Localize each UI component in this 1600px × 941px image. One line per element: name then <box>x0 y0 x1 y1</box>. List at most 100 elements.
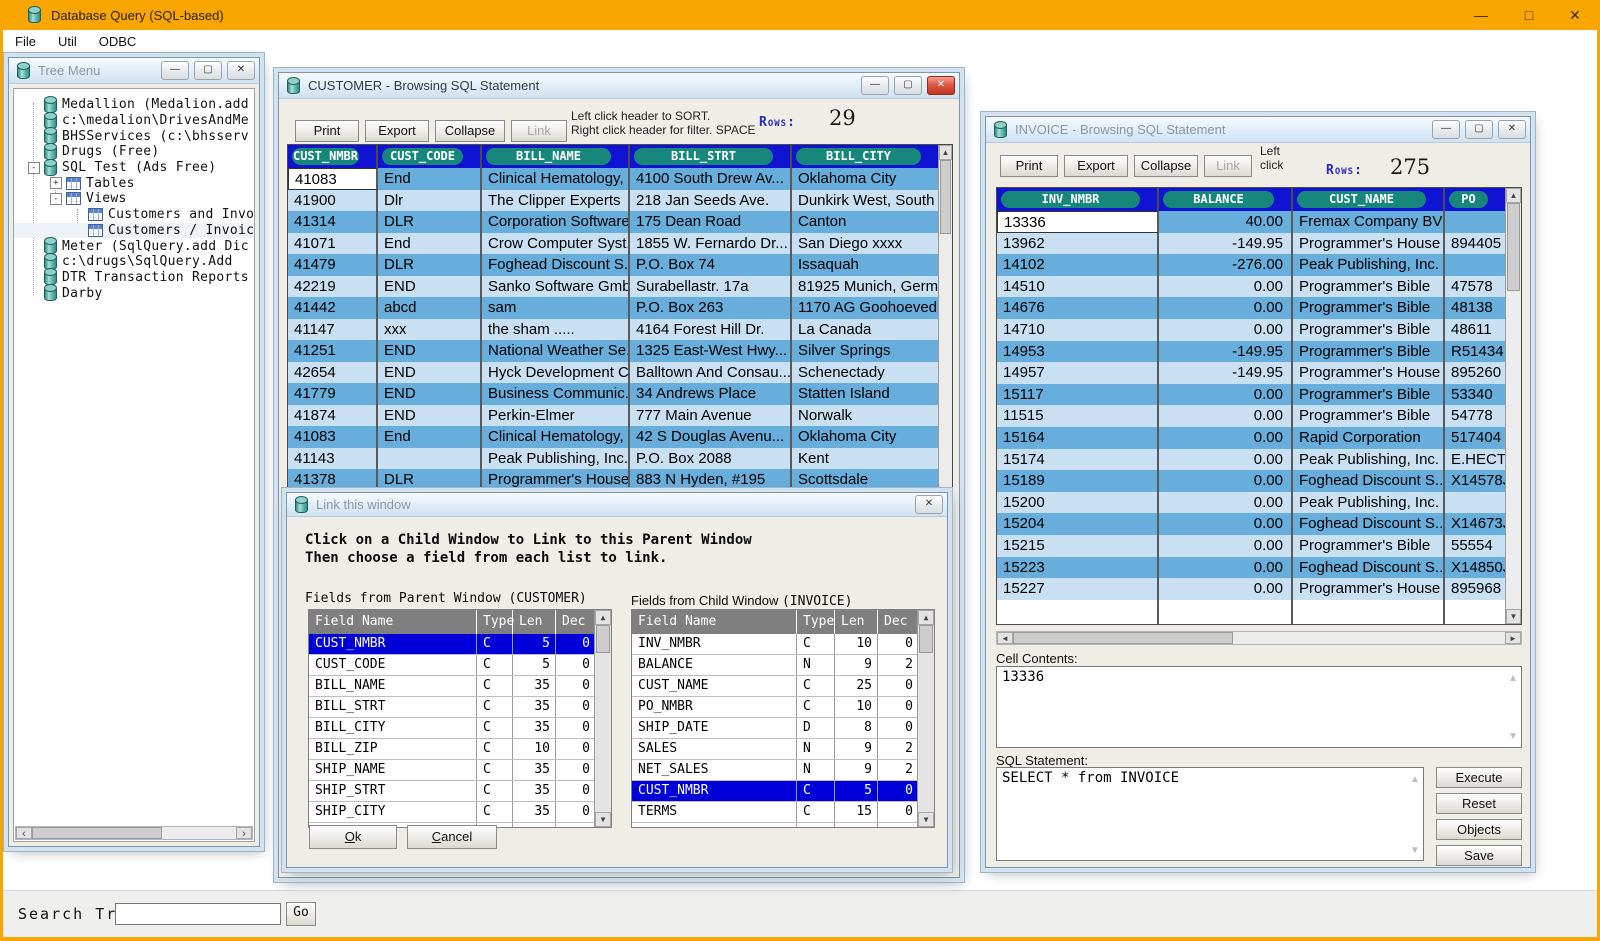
grid-cell[interactable] <box>997 600 1159 625</box>
grid-cell[interactable]: -276.00 <box>1159 254 1293 276</box>
field-row[interactable]: BALANCEN92 <box>632 655 934 676</box>
dialog-close-icon[interactable]: ✕ <box>915 495 943 514</box>
tree-item[interactable]: Drugs (Free) <box>14 144 254 160</box>
grid-cell[interactable]: Programmer's House <box>1293 578 1445 600</box>
link-button[interactable]: Link <box>511 120 567 142</box>
field-column-header[interactable]: Dec <box>556 610 596 634</box>
grid-cell[interactable]: 14510 <box>997 276 1159 298</box>
grid-cell[interactable]: 55554 <box>1445 535 1507 557</box>
field-row[interactable]: INV_NMBRC100 <box>632 634 934 655</box>
export-button[interactable]: Export <box>365 120 429 142</box>
execute-button[interactable]: Execute <box>1436 767 1522 788</box>
search-tree-input[interactable] <box>115 903 281 925</box>
sql-statement-textarea[interactable]: SELECT * from INVOICE <box>996 767 1424 861</box>
grid-cell[interactable]: Oklahoma City <box>792 426 940 448</box>
grid-cell[interactable]: 883 N Hyden, #195 <box>630 469 792 491</box>
grid-cell[interactable]: Perkin-Elmer <box>482 405 630 427</box>
grid-cell[interactable]: 0.00 <box>1159 427 1293 449</box>
menu-util[interactable]: Util <box>58 34 77 49</box>
grid-cell[interactable]: 41874 <box>288 405 378 427</box>
grid-cell[interactable]: 777 Main Avenue <box>630 405 792 427</box>
grid-cell[interactable]: 14102 <box>997 254 1159 276</box>
tree-item[interactable]: BHSServices (c:\bhsserv <box>14 128 254 144</box>
field-row[interactable]: SALESN92 <box>632 739 934 760</box>
grid-cell[interactable]: 0.00 <box>1159 557 1293 579</box>
cell-contents-textarea[interactable]: 13336 <box>996 666 1522 748</box>
field-row[interactable]: BILL_ZIPC100 <box>309 739 611 760</box>
tree-item[interactable]: Customers and Invo <box>14 207 254 223</box>
grid-cell[interactable]: 0.00 <box>1159 319 1293 341</box>
grid-cell[interactable]: 41147 <box>288 319 378 341</box>
link-button[interactable]: Link <box>1204 155 1252 177</box>
field-column-header[interactable]: Type <box>797 610 835 634</box>
grid-cell[interactable] <box>1445 492 1507 514</box>
grid-cell[interactable]: the sham ..... <box>482 319 630 341</box>
expand-icon[interactable]: + <box>50 177 62 189</box>
grid-cell[interactable]: Peak Publishing, Inc. <box>482 448 630 470</box>
scrollbar-thumb[interactable] <box>1507 203 1520 291</box>
grid-cell[interactable] <box>1293 600 1445 625</box>
grid-cell[interactable]: 81925 Munich, Germ <box>792 276 940 298</box>
objects-button[interactable]: Objects <box>1436 819 1522 840</box>
scroll-down-icon[interactable]: ▼ <box>1508 731 1518 742</box>
grid-cell[interactable]: 15189 <box>997 470 1159 492</box>
grid-cell[interactable]: Programmer's House <box>482 469 630 491</box>
tree-item[interactable]: -Views <box>14 191 254 207</box>
grid-cell[interactable]: 41442 <box>288 297 378 319</box>
print-button[interactable]: Print <box>1000 155 1058 177</box>
grid-cell[interactable]: 1170 AG Goohoeved. <box>792 297 940 319</box>
grid-cell[interactable]: R51434 <box>1445 341 1507 363</box>
field-row[interactable]: CUST_CODEC50 <box>309 655 611 676</box>
scroll-left-icon[interactable]: ◄ <box>997 632 1013 644</box>
grid-cell[interactable]: Foghead Discount S... <box>1293 470 1445 492</box>
grid-cell[interactable]: END <box>378 362 482 384</box>
column-header[interactable]: CUST_CODE <box>378 145 482 168</box>
grid-cell[interactable]: 53340 <box>1445 384 1507 406</box>
tree-item[interactable]: Customers / Invoic <box>14 223 254 239</box>
field-row[interactable]: BILL_STRTC350 <box>309 697 611 718</box>
scroll-up-icon[interactable]: ▲ <box>1410 774 1420 785</box>
grid-cell[interactable]: Programmer's Bible <box>1293 535 1445 557</box>
grid-cell[interactable]: Schenectady <box>792 362 940 384</box>
grid-cell[interactable] <box>1445 211 1507 233</box>
grid-cell[interactable]: Programmer's Bible <box>1293 384 1445 406</box>
grid-cell[interactable]: -149.95 <box>1159 341 1293 363</box>
grid-cell[interactable] <box>378 448 482 470</box>
scroll-down-icon[interactable]: ▼ <box>1506 609 1521 624</box>
grid-cell[interactable]: 40.00 <box>1159 211 1293 233</box>
grid-cell[interactable]: Kent <box>792 448 940 470</box>
invoice-close-icon[interactable]: ✕ <box>1498 120 1526 139</box>
grid-cell[interactable]: 48611 <box>1445 319 1507 341</box>
grid-cell[interactable]: DLR <box>378 254 482 276</box>
tree-item[interactable]: DTR Transaction Reports <box>14 270 254 286</box>
tree-maximize-icon[interactable]: ▢ <box>194 61 222 80</box>
grid-cell[interactable]: Balltown And Consau... <box>630 362 792 384</box>
grid-cell[interactable]: 41779 <box>288 383 378 405</box>
column-header[interactable]: PO <box>1445 188 1507 211</box>
grid-cell[interactable]: Programmer's Bible <box>1293 319 1445 341</box>
column-header[interactable]: CUST_NAME <box>1293 188 1445 211</box>
grid-cell[interactable]: Silver Springs <box>792 340 940 362</box>
scroll-up-icon[interactable]: ▲ <box>1508 673 1518 684</box>
scroll-up-icon[interactable]: ▲ <box>1506 188 1521 203</box>
grid-cell[interactable]: 34 Andrews Place <box>630 383 792 405</box>
ok-button[interactable]: Ok <box>309 825 397 849</box>
grid-cell[interactable]: Rapid Corporation <box>1293 427 1445 449</box>
grid-cell[interactable]: X14578JA <box>1445 470 1507 492</box>
grid-cell[interactable]: 1325 East-West Hwy... <box>630 340 792 362</box>
field-row[interactable]: TERMSC150 <box>632 802 934 823</box>
go-button[interactable]: Go <box>286 902 316 926</box>
grid-cell[interactable]: 13336 <box>997 211 1159 233</box>
grid-cell[interactable]: 0.00 <box>1159 578 1293 600</box>
scroll-right-icon[interactable]: › <box>236 827 252 839</box>
grid-cell[interactable]: Programmer's House <box>1293 233 1445 255</box>
grid-cell[interactable]: X14850JA <box>1445 557 1507 579</box>
maximize-icon[interactable]: □ <box>1514 4 1544 26</box>
grid-cell[interactable]: END <box>378 276 482 298</box>
grid-cell[interactable]: END <box>378 405 482 427</box>
field-row[interactable] <box>632 823 934 828</box>
grid-cell[interactable]: 0.00 <box>1159 513 1293 535</box>
scrollbar-thumb[interactable] <box>940 160 951 234</box>
grid-cell[interactable]: xxx <box>378 319 482 341</box>
grid-cell[interactable]: Statten Island <box>792 383 940 405</box>
